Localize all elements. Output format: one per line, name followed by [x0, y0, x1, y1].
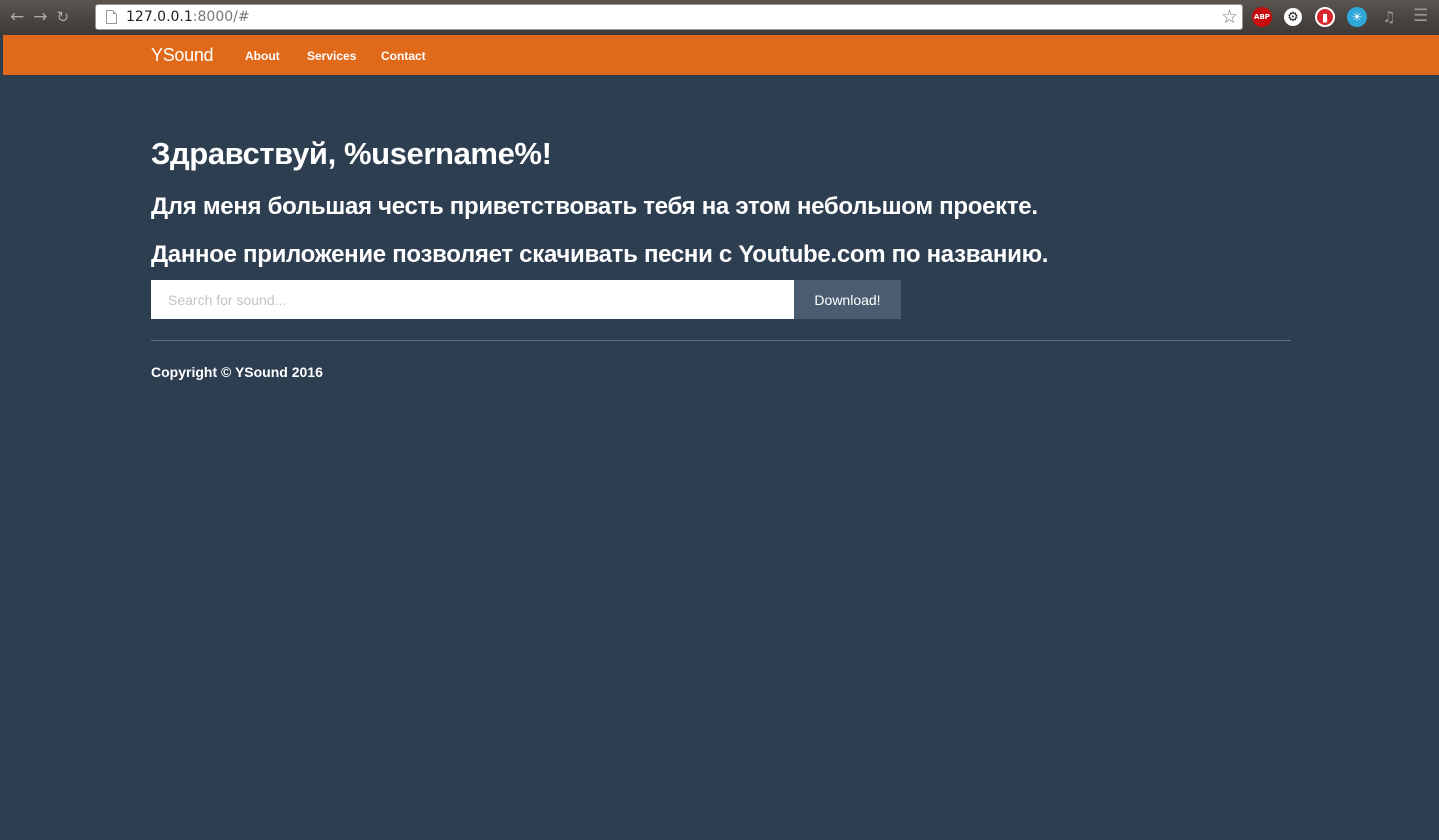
reload-icon[interactable]: ↻: [57, 10, 70, 25]
browser-menu-icon[interactable]: ☰: [1413, 6, 1428, 26]
red-extension-icon[interactable]: ▮: [1315, 7, 1335, 27]
browser-nav-buttons: ← → ↻: [10, 9, 94, 26]
page-icon: [106, 10, 117, 24]
nav-link-contact[interactable]: Contact: [381, 49, 426, 63]
forward-arrow-icon[interactable]: →: [33, 9, 47, 26]
nav-link-about[interactable]: About: [245, 49, 280, 63]
address-bar[interactable]: 127.0.0.1:8000/# ☆: [95, 4, 1243, 30]
brand-link[interactable]: YSound: [151, 45, 214, 66]
divider: [151, 340, 1291, 341]
nav-link-services[interactable]: Services: [307, 49, 356, 63]
description-text: Данное приложение позволяет скачивать пе…: [151, 241, 1049, 268]
greeting-heading: Здравствуй, %username%!: [151, 136, 552, 171]
bookmark-star-icon[interactable]: ☆: [1221, 5, 1238, 29]
music-extension-icon[interactable]: ♫: [1379, 7, 1399, 27]
browser-toolbar: ← → ↻ 127.0.0.1:8000/# ☆ ABP ⚙ ▮ ☀ ♫ ☰: [0, 0, 1439, 35]
top-navbar: YSound About Services Contact: [3, 35, 1439, 75]
url-text[interactable]: 127.0.0.1:8000/#: [126, 9, 250, 25]
download-button[interactable]: Download!: [794, 280, 901, 319]
gear-extension-icon[interactable]: ⚙: [1284, 8, 1302, 26]
search-input[interactable]: [151, 280, 794, 319]
back-arrow-icon[interactable]: ←: [10, 9, 24, 26]
page-content: YSound About Services Contact Здравствуй…: [3, 35, 1439, 840]
adblock-plus-icon[interactable]: ABP: [1252, 7, 1272, 27]
copyright-text: Copyright © YSound 2016: [151, 364, 323, 380]
blue-extension-icon[interactable]: ☀: [1347, 7, 1367, 27]
welcome-text: Для меня большая честь приветствовать те…: [151, 193, 1038, 220]
